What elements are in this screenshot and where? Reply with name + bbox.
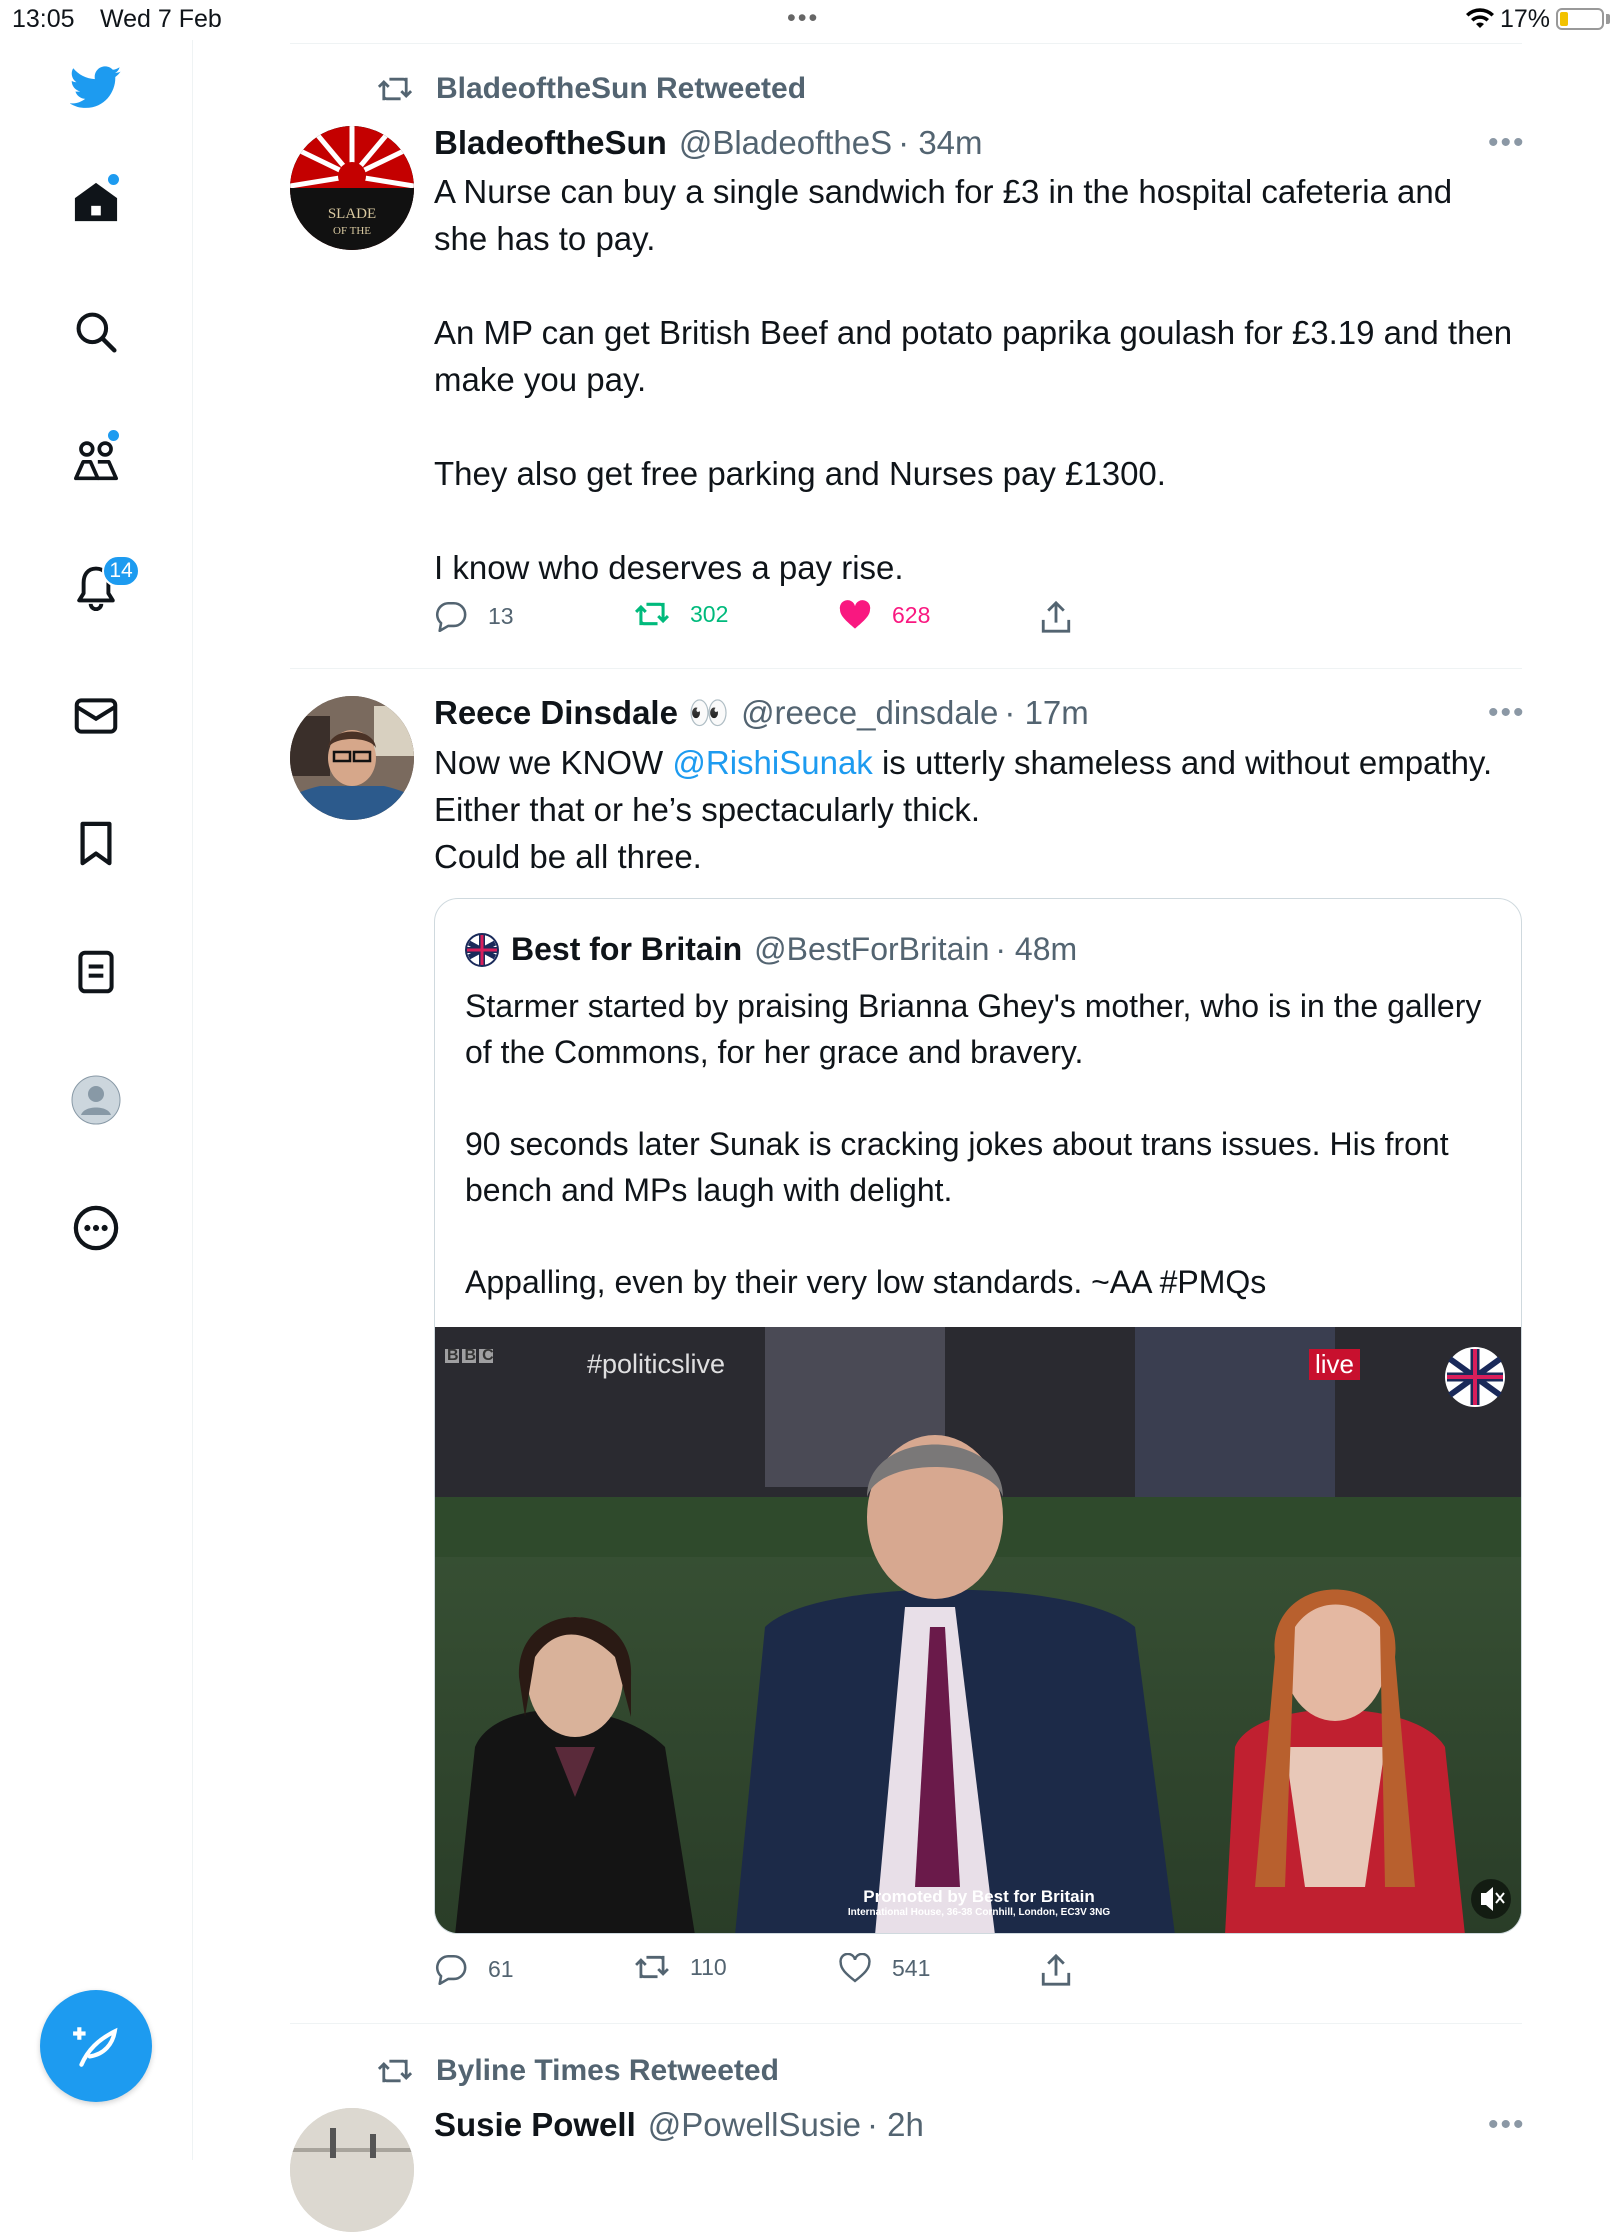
author-handle[interactable]: @BladeoftheS (679, 124, 892, 162)
video-player[interactable]: BBC #politicslive live Promoted by Best … (435, 1327, 1521, 1933)
avatar[interactable] (290, 696, 414, 820)
share-button[interactable] (1040, 600, 1092, 634)
reply-count: 13 (488, 602, 514, 629)
avatar-lettering: SLADE (328, 206, 376, 222)
like-count: 541 (892, 1954, 931, 1981)
heart-filled-icon (839, 600, 871, 629)
lists-icon[interactable] (70, 946, 122, 998)
heart-icon (839, 1953, 871, 1983)
svg-text:OF THE: OF THE (333, 225, 371, 237)
bbc-label: BBC (447, 1347, 500, 1364)
avatar[interactable] (290, 2108, 414, 2232)
tweet-divider (290, 2023, 1522, 2024)
retweet-icon (377, 2059, 413, 2083)
channel-logo-icon (1445, 1347, 1505, 1407)
share-icon (1041, 600, 1071, 633)
tweet-actions: 61 110 541 (434, 1953, 1522, 1993)
retweet-context[interactable]: BladeoftheSun Retweeted (376, 72, 806, 106)
notifications-badge: 14 (102, 555, 140, 587)
reply-button[interactable]: 13 (434, 600, 514, 632)
communities-new-dot (106, 428, 121, 443)
retweet-icon (634, 602, 670, 626)
retweet-context-label: Byline Times Retweeted (436, 2054, 779, 2087)
reply-button[interactable]: 61 (434, 1953, 514, 1985)
quoted-tweet-text: Starmer started by praising Brianna Ghey… (465, 988, 1482, 1300)
bookmarks-icon[interactable] (70, 818, 122, 870)
home-new-dot (106, 172, 121, 187)
author-name[interactable]: BladeoftheSun (434, 124, 667, 162)
quoted-author-handle[interactable]: @BestForBritain (754, 931, 989, 968)
tweet-more-icon[interactable]: ••• (1488, 2108, 1526, 2142)
video-promo-text: Promoted by Best for Britain (863, 1887, 1095, 1906)
retweet-icon (377, 77, 413, 101)
retweet-icon (635, 1955, 669, 1979)
mention-link[interactable]: @RishiSunak (672, 744, 872, 781)
reply-icon (436, 1954, 467, 1985)
tweet-more-icon[interactable]: ••• (1488, 126, 1526, 160)
messages-icon[interactable] (70, 690, 122, 742)
video-promo-address: International House, 36-38 Cornhill, Lon… (847, 1907, 1111, 1918)
tweet-divider (290, 668, 1522, 669)
reply-count: 61 (488, 1955, 514, 1982)
retweet-button[interactable]: 302 (634, 600, 728, 628)
reply-icon (436, 601, 467, 632)
share-icon (1041, 1953, 1071, 1986)
like-count: 628 (892, 601, 931, 628)
tweet-more-icon[interactable]: ••• (1488, 696, 1526, 730)
author-handle[interactable]: @reece_dinsdale (741, 694, 998, 732)
quoted-avatar[interactable] (465, 932, 499, 967)
battery-percent: 17% (1500, 5, 1551, 33)
live-badge: live (1309, 1349, 1361, 1380)
battery-icon (1556, 8, 1604, 30)
wifi-icon (1465, 8, 1495, 35)
search-icon[interactable] (70, 306, 122, 358)
tweet-header: BladeoftheSun @BladeoftheS · 34m (434, 124, 983, 162)
tweet-time[interactable]: · 2h (867, 2106, 924, 2144)
status-date: Wed 7 Feb (100, 5, 222, 33)
quoted-tweet-time[interactable]: · 48m (995, 931, 1077, 968)
status-time: 13:05 (12, 5, 75, 33)
tweet-actions: 13 302 628 (434, 600, 1522, 640)
avatar[interactable]: SLADE OF THE (290, 126, 414, 250)
retweet-count: 302 (690, 600, 729, 627)
quoted-tweet[interactable]: Best for Britain @BestForBritain · 48m S… (434, 898, 1522, 1934)
tweet-header: Reece Dinsdale 👀 @reece_dinsdale · 17m (434, 694, 1089, 733)
retweet-button[interactable]: 110 (634, 1953, 727, 1981)
author-handle[interactable]: @PowellSusie (648, 2106, 861, 2144)
compose-feather-icon (73, 2027, 118, 2067)
status-bar: 13:05 Wed 7 Feb ••• 17% (0, 0, 1620, 40)
tweet-time[interactable]: · 34m (898, 124, 982, 162)
like-button[interactable]: 541 (838, 1953, 930, 1983)
video-hashtag: #politicslive (587, 1349, 726, 1379)
retweet-count: 110 (690, 1953, 727, 1980)
twitter-logo-icon[interactable] (70, 62, 122, 114)
retweet-context[interactable]: Byline Times Retweeted (376, 2054, 779, 2088)
compose-tweet-button[interactable] (40, 1990, 152, 2102)
share-button[interactable] (1040, 1953, 1092, 1987)
multitasking-dots-icon[interactable]: ••• (787, 4, 819, 33)
tweet-time[interactable]: · 17m (1004, 694, 1088, 732)
retweet-context-label: BladeoftheSun Retweeted (436, 72, 807, 105)
eyes-emoji: 👀 (687, 694, 730, 731)
like-button[interactable]: 628 (838, 600, 930, 630)
more-icon[interactable] (70, 1202, 122, 1254)
tweet-text: A Nurse can buy a single sandwich for £3… (434, 173, 1513, 586)
author-name[interactable]: Susie Powell (434, 2106, 636, 2144)
tweet-header: Susie Powell @PowellSusie · 2h (434, 2106, 924, 2144)
quoted-author-name[interactable]: Best for Britain (511, 931, 742, 968)
video-frame (435, 1327, 1521, 1933)
author-name[interactable]: Reece Dinsdale (434, 694, 678, 732)
tweet-text: Now we KNOW @RishiSunak is utterly shame… (434, 744, 1493, 875)
quoted-tweet-header: Best for Britain @BestForBritain · 48m (465, 931, 1077, 968)
profile-avatar-icon[interactable] (70, 1074, 122, 1126)
feed-top-divider (290, 43, 1522, 44)
